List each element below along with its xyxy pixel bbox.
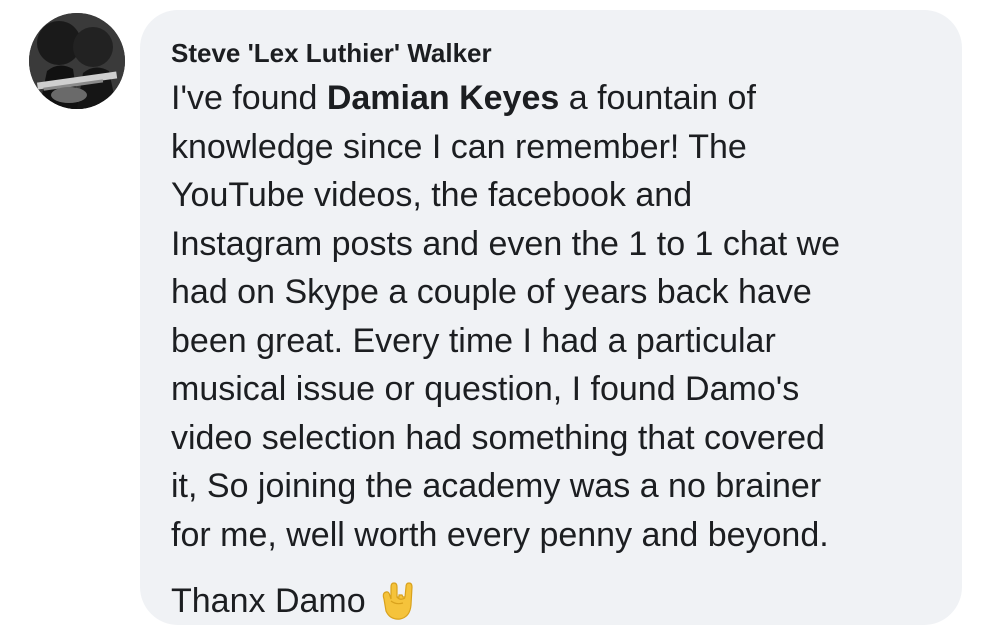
comment-text-segment: I've found bbox=[171, 79, 327, 117]
avatar-photo bbox=[29, 13, 125, 109]
comment-author[interactable]: Steve 'Lex Luthier' Walker bbox=[171, 38, 932, 68]
comment-text-segment: a fountain of bbox=[559, 79, 756, 117]
comment-line: it, So joining the academy was a no brai… bbox=[171, 467, 822, 505]
comment-line: had on Skype a couple of years back have bbox=[171, 273, 812, 311]
mention-link[interactable]: Damian Keyes bbox=[327, 79, 559, 117]
comment-text: I've found Damian Keyes a fountain of kn… bbox=[171, 74, 941, 559]
comment-line: been great. Every time I had a particula… bbox=[171, 321, 776, 360]
comment-line: video selection had something that cover… bbox=[171, 418, 825, 457]
comment-line: knowledge since I can remember! The bbox=[171, 127, 747, 166]
comment-line: YouTube videos, the facebook and bbox=[171, 176, 693, 214]
comment-line: Instagram posts and even the 1 to 1 chat… bbox=[171, 224, 841, 263]
comment-line: for me, well worth every penny and beyon… bbox=[171, 515, 829, 554]
comment-bubble: Steve 'Lex Luthier' Walker I've found Da… bbox=[140, 10, 962, 625]
comment-line: musical issue or question, I found Damo'… bbox=[171, 370, 800, 408]
sign-of-the-horns-emoji bbox=[376, 579, 420, 623]
comment-signoff: Thanx Damo bbox=[171, 577, 932, 625]
signoff-text: Thanx Damo bbox=[171, 582, 366, 620]
comment-line: I've found Damian Keyes a fountain of bbox=[171, 74, 941, 123]
avatar[interactable] bbox=[29, 13, 125, 109]
